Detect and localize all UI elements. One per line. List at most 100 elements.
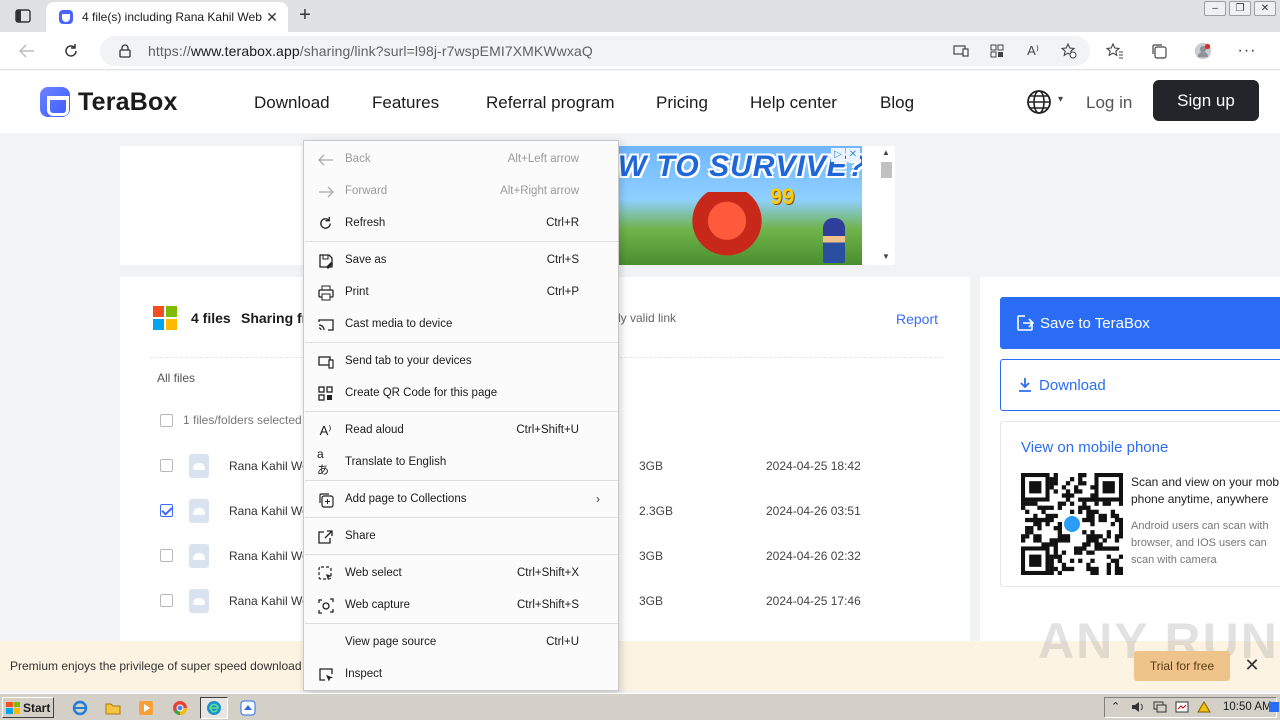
file-date: 2024-04-25 18:42 <box>766 459 861 473</box>
menu-item-read-aloud[interactable]: A⁾ Read aloud Ctrl+Shift+U <box>304 414 618 446</box>
ad-banner[interactable]: W TO SURVIVE? 99 ▷ ✕ <box>618 146 862 265</box>
nav-referral-program[interactable]: Referral program <box>486 93 615 113</box>
terabox-favicon-icon <box>58 9 74 25</box>
menu-separator <box>305 480 618 481</box>
tab-close-icon[interactable]: ✕ <box>264 9 280 26</box>
report-link[interactable]: Report <box>896 311 938 327</box>
app-available-icon[interactable] <box>952 42 970 60</box>
menu-item-view-source[interactable]: View page source Ctrl+U <box>304 626 618 658</box>
menu-item-print[interactable]: Print Ctrl+P <box>304 276 618 308</box>
refresh-icon[interactable] <box>58 39 84 63</box>
volume-icon[interactable] <box>1131 701 1145 716</box>
file-checkbox[interactable] <box>160 459 173 472</box>
ad-close-icon[interactable]: ✕ <box>846 148 860 162</box>
show-desktop-icon[interactable] <box>1268 701 1280 716</box>
file-name[interactable]: Rana Kahil We <box>229 549 309 563</box>
edge-icon[interactable] <box>200 697 228 719</box>
start-button[interactable]: Start <box>2 697 54 718</box>
signup-button[interactable]: Sign up <box>1153 80 1259 121</box>
media-player-icon[interactable] <box>132 697 160 719</box>
menu-shortcut: Ctrl+Shift+S <box>517 599 579 611</box>
new-tab-icon[interactable]: + <box>294 5 316 26</box>
menu-item-save-as[interactable]: Save as Ctrl+S <box>304 244 618 276</box>
menu-item-web-select[interactable]: Web select Ctrl+Shift+X <box>304 557 618 589</box>
restore-icon[interactable]: ❐ <box>1229 1 1251 16</box>
menu-item-forward[interactable]: Forward Alt+Right arrow <box>304 175 618 207</box>
menu-item-qr-code[interactable]: Create QR Code for this page <box>304 377 618 409</box>
alert-icon[interactable] <box>1197 701 1211 716</box>
ad-choices[interactable]: ▷ ✕ <box>831 148 860 162</box>
ad-info-icon[interactable]: ▷ <box>831 148 845 162</box>
more-menu-icon[interactable]: ··· <box>1238 42 1256 60</box>
web-select-icon <box>317 565 334 582</box>
lock-icon[interactable] <box>118 44 132 58</box>
file-name[interactable]: Rana Kahil We <box>229 594 309 608</box>
menu-item-refresh[interactable]: Refresh Ctrl+R <box>304 207 618 239</box>
sharing-from: Sharing fr <box>241 310 308 326</box>
file-checkbox-checked[interactable] <box>160 504 173 517</box>
url-bar-icons: A⁾ <box>952 42 1078 60</box>
url-text: https://www.terabox.app/sharing/link?sur… <box>148 43 593 59</box>
chrome-icon[interactable] <box>166 697 194 719</box>
ad-headline: W TO SURVIVE? <box>618 150 862 183</box>
terabox-logo[interactable]: TeraBox <box>40 87 178 117</box>
scroll-thumb[interactable] <box>881 162 892 178</box>
explorer-icon[interactable] <box>99 697 127 719</box>
inspect-icon <box>317 666 334 683</box>
nav-pricing[interactable]: Pricing <box>656 93 708 113</box>
breadcrumb-all-files[interactable]: All files <box>157 371 195 385</box>
login-link[interactable]: Log in <box>1086 93 1132 113</box>
ad-scrollbar[interactable]: ▲ ▼ <box>880 148 893 264</box>
file-name[interactable]: Rana Kahil We <box>229 504 309 518</box>
file-name[interactable]: Rana Kahil We <box>229 459 309 473</box>
favorite-add-icon[interactable] <box>1060 42 1078 60</box>
select-all-checkbox[interactable] <box>160 414 173 427</box>
save-to-terabox-button[interactable]: Save to TeraBox <box>1000 297 1280 349</box>
menu-item-inspect[interactable]: Inspect <box>304 658 618 690</box>
nav-download[interactable]: Download <box>254 93 330 113</box>
ie-icon[interactable] <box>66 697 94 719</box>
url-field[interactable]: https://www.terabox.app/sharing/link?sur… <box>100 36 1090 66</box>
menu-item-translate[interactable]: aあ Translate to English <box>304 446 618 478</box>
minimize-icon[interactable]: – <box>1204 1 1226 16</box>
terabox-app-icon[interactable] <box>234 697 262 719</box>
language-caret-icon[interactable]: ▾ <box>1058 94 1063 105</box>
language-globe-icon[interactable] <box>1026 89 1052 115</box>
menu-item-send-tab[interactable]: Send tab to your devices <box>304 345 618 377</box>
nav-blog[interactable]: Blog <box>880 93 914 113</box>
read-aloud-icon[interactable]: A⁾ <box>1024 42 1042 60</box>
menu-label: View page source <box>345 636 437 648</box>
download-button[interactable]: Download <box>1000 359 1280 411</box>
scroll-down-icon[interactable]: ▼ <box>882 252 890 261</box>
favorites-icon[interactable] <box>1106 42 1124 60</box>
security-icon[interactable] <box>1175 701 1189 716</box>
tab-actions-icon[interactable] <box>8 5 38 27</box>
menu-item-cast[interactable]: Cast media to device <box>304 308 618 340</box>
menu-item-add-to-collections[interactable]: Add page to Collections › <box>304 483 618 515</box>
profile-avatar-icon[interactable] <box>1194 42 1212 60</box>
tray-expand-icon[interactable]: ⌃ <box>1111 700 1120 713</box>
trial-for-free-button[interactable]: Trial for free <box>1134 651 1230 681</box>
file-checkbox[interactable] <box>160 549 173 562</box>
submenu-arrow-icon: › <box>596 492 600 506</box>
scroll-up-icon[interactable]: ▲ <box>882 148 890 157</box>
windows-logo-icon <box>153 306 177 330</box>
windows-flag-icon <box>6 701 20 714</box>
window-close-icon[interactable]: ✕ <box>1254 1 1276 16</box>
collections-icon[interactable] <box>1150 42 1168 60</box>
file-checkbox[interactable] <box>160 594 173 607</box>
ad-number: 99 <box>770 184 795 209</box>
network-icon[interactable] <box>1153 701 1167 716</box>
menu-label: Print <box>345 286 369 298</box>
nav-features[interactable]: Features <box>372 93 439 113</box>
banner-close-icon[interactable]: ✕ <box>1243 656 1261 674</box>
menu-label: Translate to English <box>345 456 447 468</box>
nav-help-center[interactable]: Help center <box>750 93 837 113</box>
menu-item-share[interactable]: Share <box>304 520 618 552</box>
menu-item-back[interactable]: Back Alt+Left arrow <box>304 143 618 175</box>
browser-tab-active[interactable]: 4 file(s) including Rana Kahil Web ✕ <box>46 2 288 32</box>
menu-shortcut: Alt+Right arrow <box>500 185 579 197</box>
menu-item-web-capture[interactable]: Web capture Ctrl+Shift+S <box>304 589 618 621</box>
grid-apps-icon[interactable] <box>988 42 1006 60</box>
back-icon[interactable] <box>14 39 40 63</box>
